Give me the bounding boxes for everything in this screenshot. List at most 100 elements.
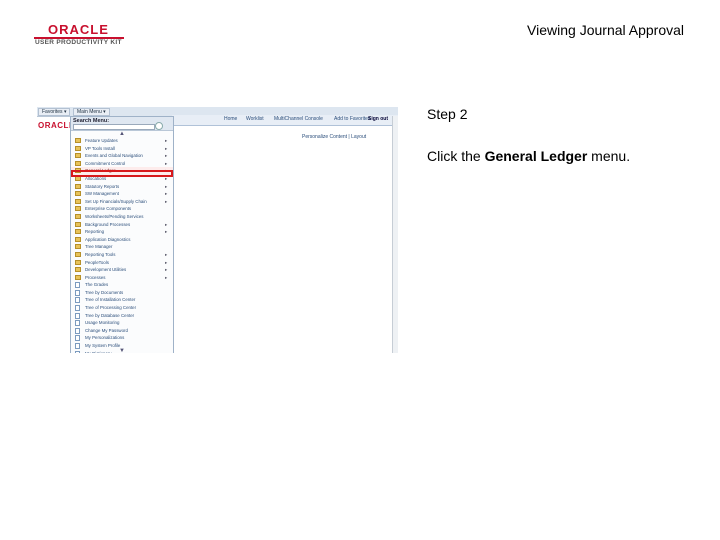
- menu-item-label: Set Up Financials/Supply Chain: [85, 198, 147, 204]
- menu-item[interactable]: Tree Manager: [71, 243, 173, 251]
- menu-item-label: VP Tools Install: [85, 145, 115, 151]
- page-icon: [75, 289, 80, 296]
- menu-item[interactable]: My Personalizations: [71, 334, 173, 342]
- folder-icon: [75, 145, 81, 151]
- submenu-arrow-icon: ▸: [165, 229, 168, 235]
- page-icon: [75, 343, 80, 350]
- page-icon: [75, 350, 80, 353]
- instruction-target: General Ledger: [484, 148, 588, 164]
- home-link[interactable]: Home: [224, 116, 237, 122]
- menu-item-label: Usage Monitoring: [85, 320, 120, 326]
- menu-item[interactable]: Application Diagnostics: [71, 236, 173, 244]
- submenu-arrow-icon: ▸: [165, 251, 168, 257]
- menu-item-label: Background Processes: [85, 221, 131, 227]
- submenu-arrow-icon: ▸: [165, 145, 168, 151]
- menu-item[interactable]: Change My Password: [71, 327, 173, 335]
- page-title: Viewing Journal Approval: [527, 22, 684, 38]
- menu-item[interactable]: Reporting ▸: [71, 228, 173, 236]
- menu-item-label: Tree of Installation Center: [85, 297, 136, 303]
- page-icon: [75, 305, 80, 312]
- menu-item-label: My Dictionary: [85, 350, 112, 353]
- menu-item[interactable]: SW Management ▸: [71, 190, 173, 198]
- add-favorites-link[interactable]: Add to Favorites: [334, 116, 370, 122]
- menu-item[interactable]: PeopleTools ▸: [71, 259, 173, 267]
- menu-item-label: Tree by Database Center: [85, 312, 135, 318]
- folder-icon: [75, 206, 81, 212]
- menu-item-label: Tree by Documents: [85, 289, 124, 295]
- menu-item[interactable]: Tree of Installation Center: [71, 296, 173, 304]
- app-screenshot: Favorites ▾ Main Menu ▾ ORACLE Home Work…: [37, 107, 398, 353]
- personalize-link[interactable]: Personalize Content | Layout: [302, 134, 366, 140]
- submenu-arrow-icon: ▸: [165, 153, 168, 159]
- menu-item[interactable]: Events and Global Navigation ▸: [71, 152, 173, 160]
- folder-icon: [75, 160, 81, 166]
- menu-item[interactable]: Enterprise Components: [71, 205, 173, 213]
- scroll-down-icon[interactable]: ▼: [119, 348, 125, 353]
- menu-item-label: Commitment Control: [85, 160, 126, 166]
- folder-icon: [75, 221, 81, 227]
- menu-item[interactable]: Statutory Reports ▸: [71, 183, 173, 191]
- menu-item[interactable]: Worksheets/Pending Services: [71, 213, 173, 221]
- menu-item-label: Reporting: [85, 229, 105, 235]
- worklist-link[interactable]: Worklist: [246, 116, 264, 122]
- menu-item-label: PeopleTools: [85, 259, 109, 265]
- folder-icon: [75, 236, 81, 242]
- menu-item[interactable]: Reporting Tools ▸: [71, 251, 173, 259]
- menu-item[interactable]: Set Up Financials/Supply Chain ▸: [71, 198, 173, 206]
- menu-item[interactable]: Tree by Documents: [71, 289, 173, 297]
- submenu-arrow-icon: ▸: [165, 183, 168, 189]
- page-icon: [75, 327, 80, 334]
- menu-item[interactable]: VP Tools Install ▸: [71, 145, 173, 153]
- menu-item[interactable]: Development Utilities ▸: [71, 266, 173, 274]
- menu-item[interactable]: Commitment Control ▸: [71, 160, 173, 168]
- submenu-arrow-icon: ▸: [165, 274, 168, 280]
- folder-icon: [75, 183, 81, 189]
- step-instruction: Click the General Ledger menu.: [427, 148, 630, 164]
- sign-out-link[interactable]: Sign out: [368, 116, 388, 122]
- main-menu-tab[interactable]: Main Menu ▾: [73, 108, 110, 116]
- menu-item[interactable]: Feature Updates ▸: [71, 137, 173, 145]
- logo-text: ORACLE: [48, 22, 109, 37]
- logo-subtext: USER PRODUCTIVITY KIT: [35, 39, 122, 46]
- submenu-arrow-icon: ▸: [165, 191, 168, 197]
- menu-item-label: Reporting Tools: [85, 251, 116, 257]
- submenu-arrow-icon: ▸: [165, 138, 168, 143]
- folder-icon: [75, 274, 81, 280]
- menu-item[interactable]: Processes ▸: [71, 274, 173, 282]
- menu-item[interactable]: Background Processes ▸: [71, 221, 173, 229]
- folder-icon: [75, 138, 81, 143]
- menu-item-label: Enterprise Components: [85, 206, 132, 212]
- instruction-prefix: Click the: [427, 148, 485, 164]
- folder-icon: [75, 244, 81, 250]
- multichannel-link[interactable]: MultiChannel Console: [274, 116, 323, 122]
- menu-item-label: SW Management: [85, 191, 119, 197]
- page-scrollbar[interactable]: [392, 116, 398, 353]
- main-menu-dropdown: Search Menu: ▲ Feature Updates ▸ VP Tools …: [70, 116, 174, 353]
- instruction-suffix: menu.: [587, 148, 631, 164]
- search-menu-input[interactable]: [73, 124, 155, 130]
- menu-item-label: Events and Global Navigation: [85, 153, 143, 159]
- menu-item[interactable]: Tree of Processing Center: [71, 304, 173, 312]
- menu-item-label: Development Utilities: [85, 267, 127, 273]
- screenshot-header-links: Home Worklist MultiChannel Console Add t…: [172, 115, 398, 126]
- favorites-tab[interactable]: Favorites ▾: [38, 108, 71, 116]
- step-label: Step 2: [427, 106, 468, 122]
- folder-icon: [75, 153, 81, 159]
- search-icon[interactable]: [155, 122, 163, 130]
- folder-icon: [75, 191, 81, 197]
- menu-item-label: The Grades: [85, 282, 109, 288]
- page-icon: [75, 335, 80, 342]
- submenu-arrow-icon: ▸: [165, 160, 168, 166]
- menu-item-label: Processes: [85, 274, 106, 280]
- page-icon: [75, 297, 80, 304]
- menu-search-header: Search Menu:: [71, 117, 173, 131]
- menu-item-label: My System Profile: [85, 343, 121, 349]
- submenu-arrow-icon: ▸: [165, 221, 168, 227]
- menu-item-label: Change My Password: [85, 327, 128, 333]
- menu-item[interactable]: Usage Monitoring: [71, 319, 173, 327]
- submenu-arrow-icon: ▸: [165, 267, 168, 273]
- menu-item[interactable]: Tree by Database Center: [71, 312, 173, 320]
- menu-item[interactable]: The Grades: [71, 281, 173, 289]
- menu-item-label: Tree of Processing Center: [85, 305, 137, 311]
- folder-icon: [75, 251, 81, 257]
